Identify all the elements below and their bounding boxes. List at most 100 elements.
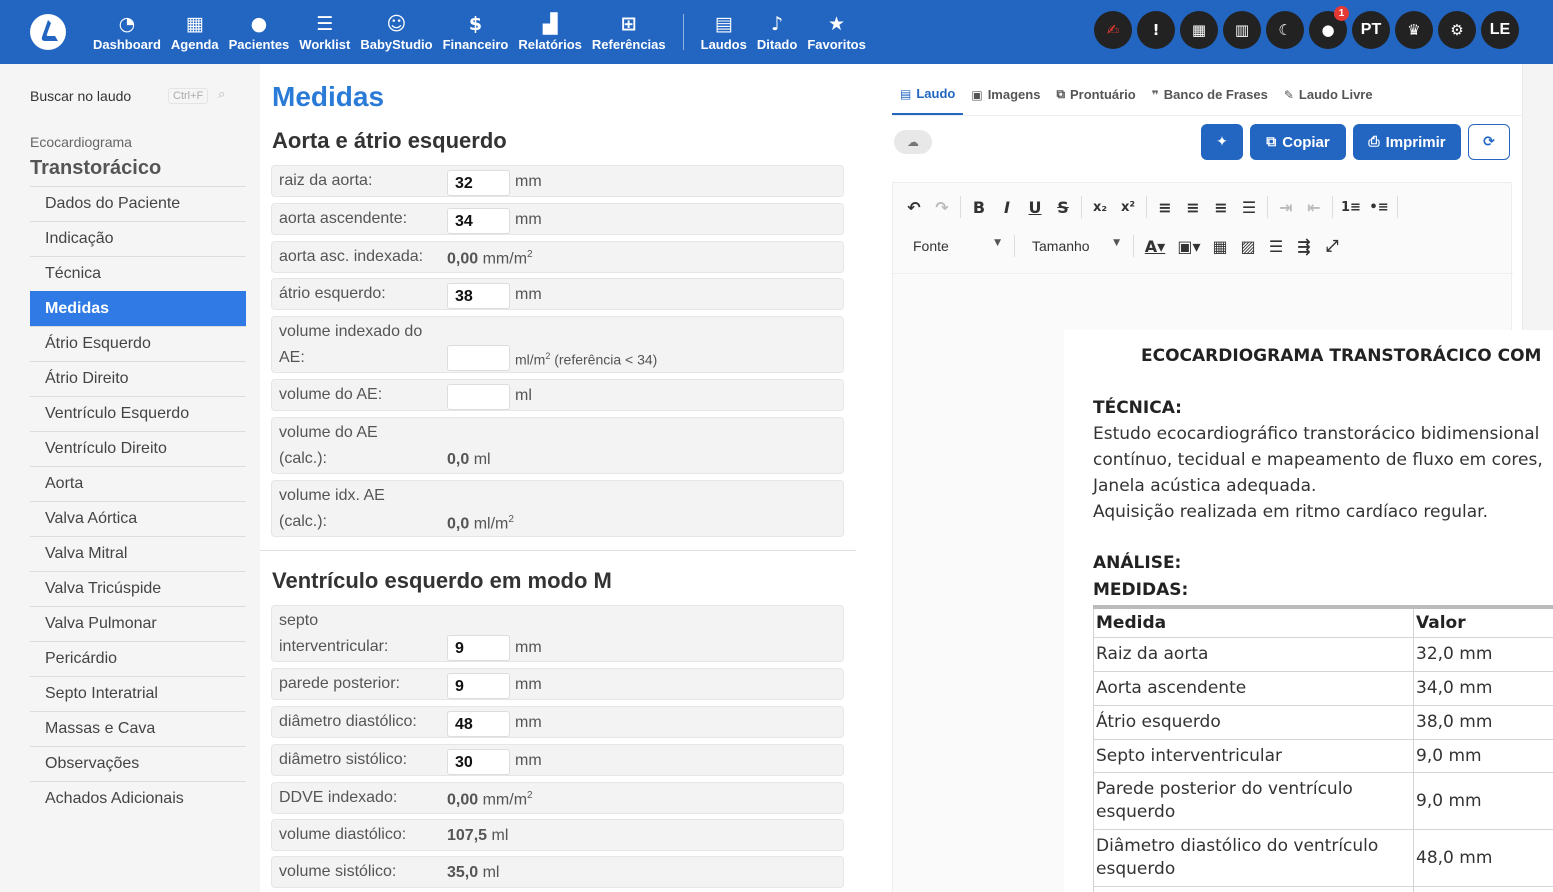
italic-icon[interactable]: I — [994, 194, 1020, 220]
fullscreen-icon[interactable]: ⤢ — [1319, 233, 1345, 259]
table-cell-medida: Átrio esquerdo — [1093, 704, 1414, 740]
sidebar-item-valva-pulmonar[interactable]: Valva Pulmonar — [30, 606, 246, 641]
nav-laudos[interactable]: ▤ Laudos — [696, 0, 752, 64]
sidebar-item-medidas[interactable]: Medidas — [30, 291, 246, 326]
atrio-esquerdo-input[interactable]: 38 — [447, 283, 510, 309]
septo-input[interactable]: 9 — [447, 635, 510, 661]
nav-agenda[interactable]: ▦ Agenda — [166, 0, 224, 64]
undo-icon[interactable]: ↶ — [901, 194, 927, 220]
magic-wand-icon: ✦ — [1216, 134, 1228, 150]
tab-laudo-livre[interactable]: ✎ Laudo Livre — [1276, 74, 1381, 115]
table-icon[interactable]: ▦ — [1207, 233, 1233, 259]
nav-favoritos[interactable]: ★ Favoritos — [802, 0, 871, 64]
premium-button[interactable]: ♛ — [1395, 11, 1433, 49]
row-volume-sistolico: volume sistólico: 35,0 ml — [271, 856, 844, 888]
copy-button[interactable]: ⧉ Copiar — [1250, 124, 1346, 160]
cloud-sync-indicator[interactable]: ☁ — [894, 130, 932, 154]
editor-scrollbar[interactable] — [1522, 64, 1553, 330]
subscript-icon[interactable]: x₂ — [1087, 194, 1113, 220]
sidebar-item-valva-mitral[interactable]: Valva Mitral — [30, 536, 246, 571]
align-right-icon[interactable]: ≡ — [1208, 194, 1234, 220]
volume-ae-input[interactable] — [447, 384, 510, 410]
row-volume-ae: volume do AE: ml — [271, 379, 844, 411]
refresh-button[interactable]: ⟳ — [1468, 124, 1510, 160]
indent-icon[interactable]: ⇥ — [1273, 194, 1299, 220]
size-select[interactable]: Tamanho ▼ — [1020, 238, 1128, 254]
text-color-icon[interactable]: A▾ — [1139, 233, 1171, 259]
report-search[interactable]: Buscar no laudo Ctrl+F ⌕ — [30, 84, 246, 108]
print-button[interactable]: ⎙ Imprimir — [1353, 124, 1461, 160]
sidebar-item-ventriculo-esquerdo[interactable]: Ventrículo Esquerdo — [30, 396, 246, 431]
sidebar-item-valva-aortica[interactable]: Valva Aórtica — [30, 501, 246, 536]
sidebar-item-indicacao[interactable]: Indicação — [30, 221, 246, 256]
sidebar-item-pericardio[interactable]: Pericárdio — [30, 641, 246, 676]
superscript-icon[interactable]: x² — [1115, 194, 1141, 220]
sidebar-item-achados-adicionais[interactable]: Achados Adicionais — [30, 781, 246, 816]
nav-dashboard[interactable]: ◔ Dashboard — [88, 0, 166, 64]
aorta-ascendente-input[interactable]: 34 — [447, 208, 510, 234]
bullet-list-icon[interactable]: •≡ — [1366, 194, 1392, 220]
messages-button[interactable]: ● 1 — [1309, 6, 1349, 49]
aorta-ascendente-label: aorta ascendente: — [279, 210, 408, 227]
image-icon[interactable]: ▨ — [1235, 233, 1261, 259]
dark-mode-button[interactable]: ☾ — [1266, 11, 1304, 49]
row-diametro-sistolico: diâmetro sistólico: 30 mm — [271, 744, 844, 776]
block-indent-icon[interactable]: ⇶ — [1291, 233, 1317, 259]
nav-referencias[interactable]: ⊞ Referências — [587, 0, 671, 64]
sidebar-item-tecnica[interactable]: Técnica — [30, 256, 246, 291]
horizontal-rule-icon[interactable]: ☰ — [1263, 233, 1289, 259]
nav-babystudio[interactable]: ☺ BabyStudio — [355, 0, 437, 64]
settings-button[interactable]: ⚙ — [1438, 11, 1476, 49]
table-header-valor: Valor — [1413, 605, 1553, 638]
table-cell-valor — [1413, 885, 1553, 892]
diametro-diastolico-label: diâmetro diastólico: — [279, 713, 417, 730]
tab-imagens[interactable]: ▣ Imagens — [963, 74, 1048, 115]
strikethrough-icon[interactable]: S — [1050, 194, 1076, 220]
row-volume-indexado-ae: volume indexado do AE: ml/m2 (referência… — [271, 316, 844, 373]
nav-ditado[interactable]: ♪ Ditado — [752, 0, 802, 64]
user-avatar[interactable]: LE — [1481, 11, 1519, 49]
report-document[interactable]: ECOCARDIOGRAMA TRANSTORÁCICO COM TÉCNICA… — [1064, 330, 1553, 892]
align-justify-icon[interactable]: ☰ — [1236, 194, 1262, 220]
bold-icon[interactable]: B — [966, 194, 992, 220]
sidebar-item-dados-paciente[interactable]: Dados do Paciente — [30, 186, 246, 221]
font-select[interactable]: Fonte ▼ — [901, 238, 1009, 254]
sidebar-item-atrio-esquerdo[interactable]: Átrio Esquerdo — [30, 326, 246, 361]
raiz-aorta-input[interactable]: 32 — [447, 170, 510, 196]
clinic-button[interactable]: ▥ — [1223, 11, 1261, 49]
sidebar-item-observacoes[interactable]: Observações — [30, 746, 246, 781]
nav-pacientes[interactable]: ● Pacientes — [224, 0, 295, 64]
nav-relatorios[interactable]: ▟ Relatórios — [513, 0, 587, 64]
language-button[interactable]: PT — [1352, 11, 1390, 49]
nav-worklist[interactable]: ☰ Worklist — [294, 0, 355, 64]
align-center-icon[interactable]: ≡ — [1180, 194, 1206, 220]
diametro-sistolico-input[interactable]: 30 — [447, 749, 510, 775]
tab-laudo[interactable]: ▤ Laudo — [892, 74, 964, 115]
nav-financeiro[interactable]: $ Financeiro — [438, 0, 514, 64]
volume-ae-calc-value: 0,0 ml — [447, 451, 491, 468]
sidebar-item-atrio-direito[interactable]: Átrio Direito — [30, 361, 246, 396]
background-color-icon[interactable]: ▣▾ — [1173, 233, 1205, 259]
numbered-list-icon[interactable]: 1≡ — [1338, 194, 1364, 220]
align-left-icon[interactable]: ≡ — [1152, 194, 1178, 220]
table-cell-medida: Aorta ascendente — [1093, 670, 1414, 706]
signature-button[interactable]: ✍ — [1094, 11, 1132, 49]
sidebar-item-ventriculo-direito[interactable]: Ventrículo Direito — [30, 431, 246, 466]
outdent-icon[interactable]: ⇤ — [1301, 194, 1327, 220]
volume-idx-ae-calc-label: volume idx. AE — [279, 487, 385, 504]
parede-posterior-input[interactable]: 9 — [447, 673, 510, 699]
volume-indexado-ae-input[interactable] — [447, 345, 510, 371]
tab-banco-frases[interactable]: ❞ Banco de Frases — [1144, 74, 1276, 115]
sidebar-item-septo-interatrial[interactable]: Septo Interatrial — [30, 676, 246, 711]
sidebar-item-valva-tricuspide[interactable]: Valva Tricúspide — [30, 571, 246, 606]
underline-icon[interactable]: U — [1022, 194, 1048, 220]
redo-icon[interactable]: ↷ — [929, 194, 955, 220]
alert-button[interactable]: ! — [1137, 11, 1175, 49]
calendar-button[interactable]: ▦ — [1180, 11, 1218, 49]
sidebar-item-massas-cava[interactable]: Massas e Cava — [30, 711, 246, 746]
magic-wand-button[interactable]: ✦ — [1201, 124, 1243, 160]
app-logo[interactable] — [30, 14, 66, 50]
tab-prontuario[interactable]: ⧉ Prontuário — [1048, 74, 1143, 115]
sidebar-item-aorta[interactable]: Aorta — [30, 466, 246, 501]
diametro-diastolico-input[interactable]: 48 — [447, 711, 510, 737]
